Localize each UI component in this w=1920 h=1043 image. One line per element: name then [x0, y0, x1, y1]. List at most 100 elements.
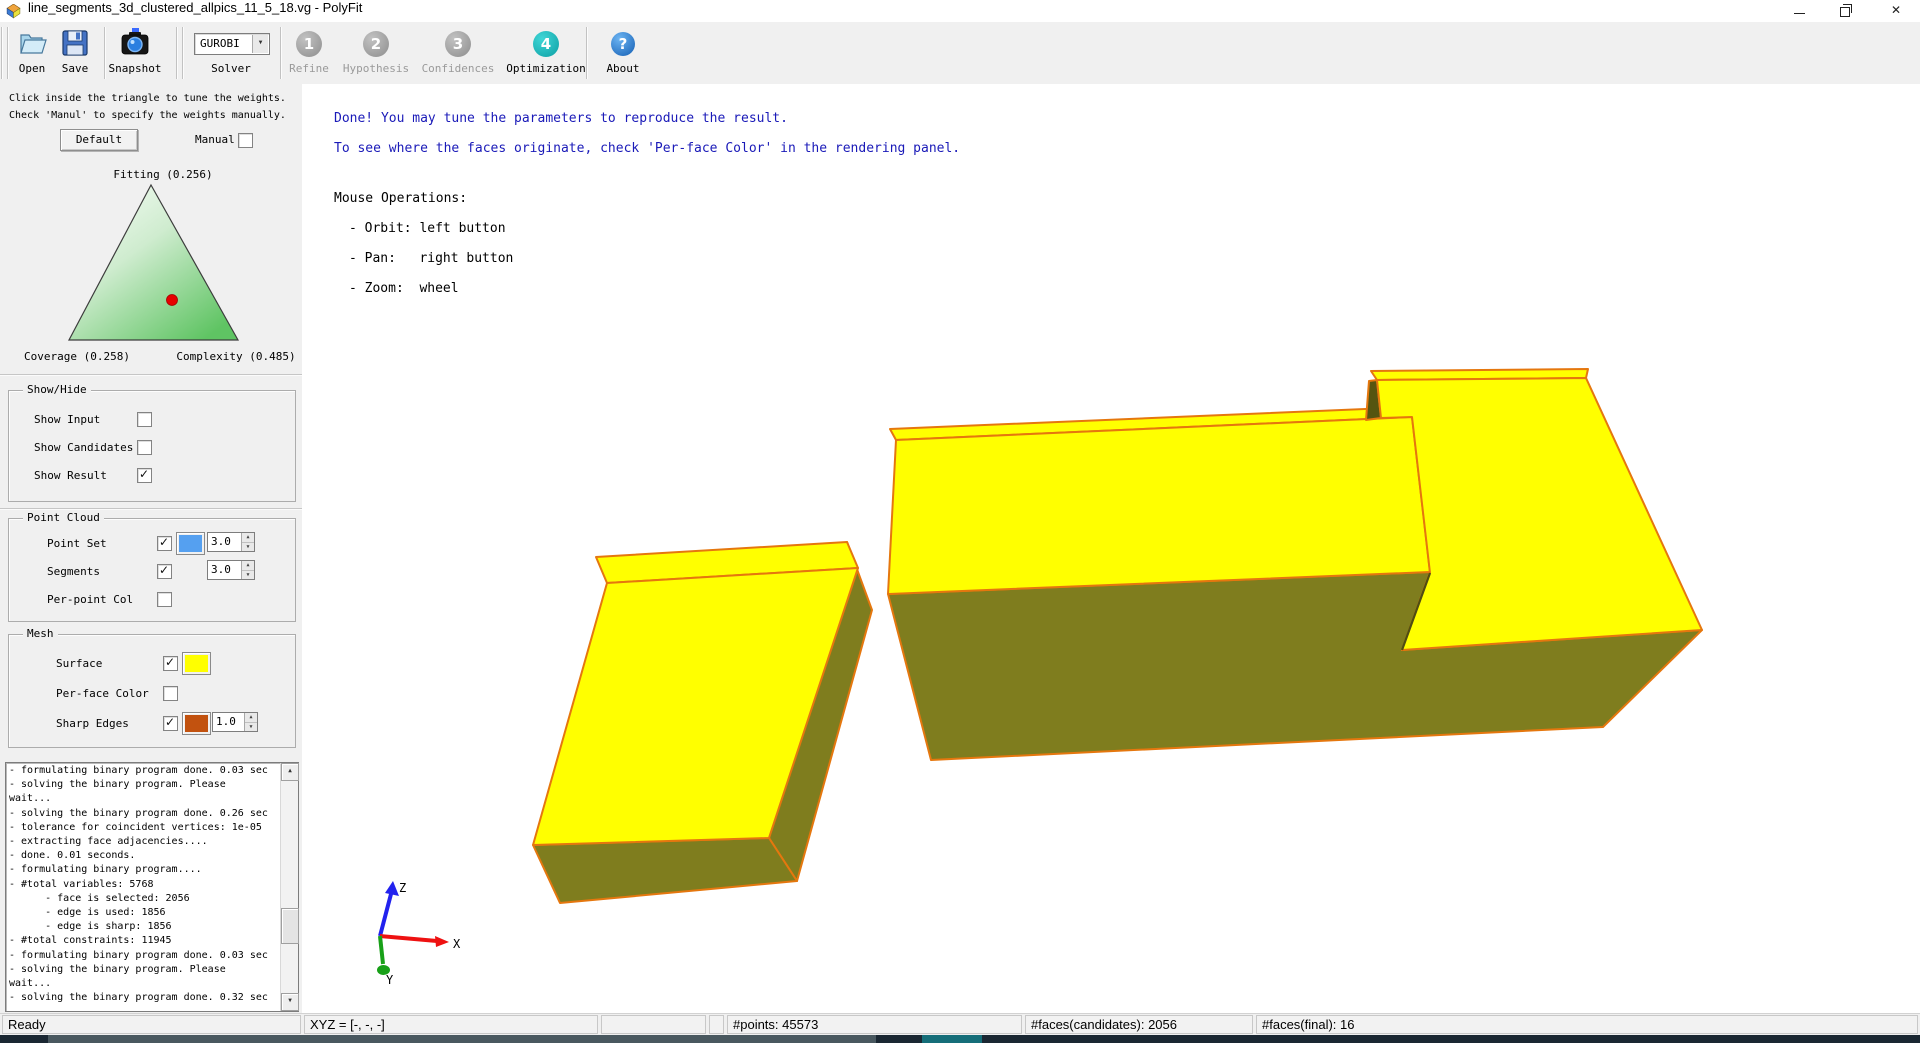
per-point-col-checkbox[interactable] — [157, 592, 172, 607]
status-spacer — [709, 1015, 724, 1034]
surface-color-button[interactable] — [182, 652, 211, 675]
status-spacer — [601, 1015, 706, 1034]
triangle-area[interactable] — [69, 185, 238, 340]
axes-gizmo: Z X Y — [377, 881, 461, 987]
spin-up-icon[interactable]: ▲ — [242, 561, 254, 571]
control-panel: Click inside the triangle to tune the we… — [0, 84, 303, 1013]
spin-down-icon[interactable]: ▼ — [245, 723, 257, 732]
reconstructed-model[interactable]: Z X Y — [302, 84, 1920, 1013]
window-title: line_segments_3d_clustered_allpics_11_5_… — [28, 0, 362, 22]
log-lines: - formulating binary program done. 0.03 … — [9, 764, 280, 1010]
close-button[interactable]: ✕ — [1872, 0, 1920, 22]
show-input-label: Show Input — [34, 413, 100, 426]
segments-size-value[interactable]: 3.0 — [208, 561, 241, 579]
hypothesis-step-icon[interactable]: 2 — [363, 31, 389, 57]
sharp-edges-color-button[interactable] — [182, 712, 211, 735]
optimization-step-icon[interactable]: 4 — [533, 31, 559, 57]
spin-up-icon[interactable]: ▲ — [245, 713, 257, 723]
save-icon[interactable] — [61, 28, 89, 58]
separator — [1, 27, 3, 79]
per-face-color-checkbox[interactable] — [163, 686, 178, 701]
scrollbar-thumb[interactable] — [281, 908, 299, 944]
taskbar-segment — [48, 1035, 876, 1043]
z-axis-arrow-icon — [385, 881, 399, 896]
sharp-edges-label: Sharp Edges — [56, 717, 129, 730]
instruction-line-1: Click inside the triangle to tune the we… — [9, 93, 286, 104]
open-icon[interactable] — [17, 28, 49, 58]
spin-down-icon[interactable]: ▼ — [242, 571, 254, 580]
divider — [0, 508, 302, 510]
sharp-edges-width-value[interactable]: 1.0 — [213, 713, 244, 731]
manual-label: Manual — [195, 133, 235, 146]
title-bar: line_segments_3d_clustered_allpics_11_5_… — [0, 0, 1920, 22]
show-result-label: Show Result — [34, 469, 107, 482]
show-input-checkbox[interactable] — [137, 412, 152, 427]
log-output[interactable]: - formulating binary program done. 0.03 … — [5, 762, 299, 1012]
sharp-edges-color — [185, 715, 208, 732]
status-faces-final: #faces(final): 16 — [1256, 1015, 1918, 1034]
surface-color — [185, 655, 208, 672]
sharp-edges-width-spinner[interactable]: 1.0 ▲▼ — [212, 712, 258, 732]
chevron-down-icon[interactable]: ▼ — [252, 35, 268, 53]
confidences-button[interactable]: Confidences — [413, 62, 503, 76]
surface-label: Surface — [56, 657, 102, 670]
app-icon — [6, 4, 21, 19]
spin-down-icon[interactable]: ▼ — [242, 543, 254, 552]
restore-icon — [1840, 7, 1850, 17]
sharp-edges-checkbox[interactable] — [163, 716, 178, 731]
scroll-down-icon[interactable]: ▼ — [281, 993, 299, 1011]
manual-checkbox[interactable] — [238, 133, 253, 148]
x-axis-arrow-icon — [435, 936, 449, 947]
model-tall-top-face[interactable] — [1377, 378, 1702, 650]
default-button[interactable]: Default — [60, 129, 138, 151]
solver-dropdown[interactable]: GUROBI ▼ — [194, 33, 270, 55]
z-axis-label: Z — [399, 881, 406, 895]
minimize-button[interactable] — [1776, 0, 1822, 22]
scroll-up-icon[interactable]: ▲ — [281, 763, 299, 781]
status-xyz: XYZ = [-, -, -] — [304, 1015, 598, 1034]
hypothesis-button[interactable]: Hypothesis — [331, 62, 421, 76]
surface-checkbox[interactable] — [163, 656, 178, 671]
weight-handle[interactable] — [167, 295, 178, 306]
x-axis-label: X — [453, 937, 461, 951]
viewport-3d-canvas[interactable]: Done! You may tune the parameters to rep… — [302, 84, 1920, 1013]
taskbar-segment — [922, 1035, 982, 1043]
save-button[interactable]: Save — [53, 62, 97, 76]
complexity-label: Complexity (0.485) — [170, 350, 302, 363]
status-bar: Ready XYZ = [-, -, -] #points: 45573 #fa… — [0, 1013, 1920, 1036]
show-candidates-checkbox[interactable] — [137, 440, 152, 455]
about-button[interactable]: About — [593, 62, 653, 76]
toolbar: Open Save Snapshot GUROBI ▼ Solver 1 Ref… — [0, 22, 1920, 85]
left-box-bottom-face[interactable] — [533, 838, 797, 903]
per-point-col-label: Per-point Col — [47, 593, 133, 606]
snapshot-button[interactable]: Snapshot — [105, 62, 165, 76]
status-faces-candidates: #faces(candidates): 2056 — [1025, 1015, 1253, 1034]
restore-button[interactable] — [1822, 0, 1868, 22]
solver-value: GUROBI — [200, 37, 240, 50]
spin-up-icon[interactable]: ▲ — [242, 533, 254, 543]
optimization-button[interactable]: Optimization — [501, 62, 591, 76]
log-scrollbar[interactable]: ▲ ▼ — [280, 763, 298, 1011]
point-set-color — [179, 535, 202, 552]
point-size-spinner[interactable]: 3.0 ▲▼ — [207, 532, 255, 552]
weights-triangle[interactable] — [60, 182, 250, 346]
fitting-label: Fitting (0.256) — [63, 168, 263, 181]
instruction-line-2: Check 'Manul' to specify the weights man… — [9, 110, 286, 121]
refine-step-icon[interactable]: 1 — [296, 31, 322, 57]
point-size-value[interactable]: 3.0 — [208, 533, 241, 551]
y-axis-label: Y — [386, 973, 394, 987]
snapshot-icon[interactable] — [121, 27, 149, 58]
minimize-icon — [1794, 2, 1805, 14]
model-center-top-face[interactable] — [888, 417, 1430, 594]
segments-size-spinner[interactable]: 3.0 ▲▼ — [207, 560, 255, 580]
segments-label: Segments — [47, 565, 100, 578]
point-set-label: Point Set — [47, 537, 107, 550]
point-set-checkbox[interactable] — [157, 536, 172, 551]
open-button[interactable]: Open — [10, 62, 54, 76]
per-face-color-label: Per-face Color — [56, 687, 149, 700]
about-icon[interactable]: ? — [611, 32, 635, 56]
show-result-checkbox[interactable] — [137, 468, 152, 483]
confidences-step-icon[interactable]: 3 — [445, 31, 471, 57]
point-set-color-button[interactable] — [176, 532, 205, 555]
segments-checkbox[interactable] — [157, 564, 172, 579]
